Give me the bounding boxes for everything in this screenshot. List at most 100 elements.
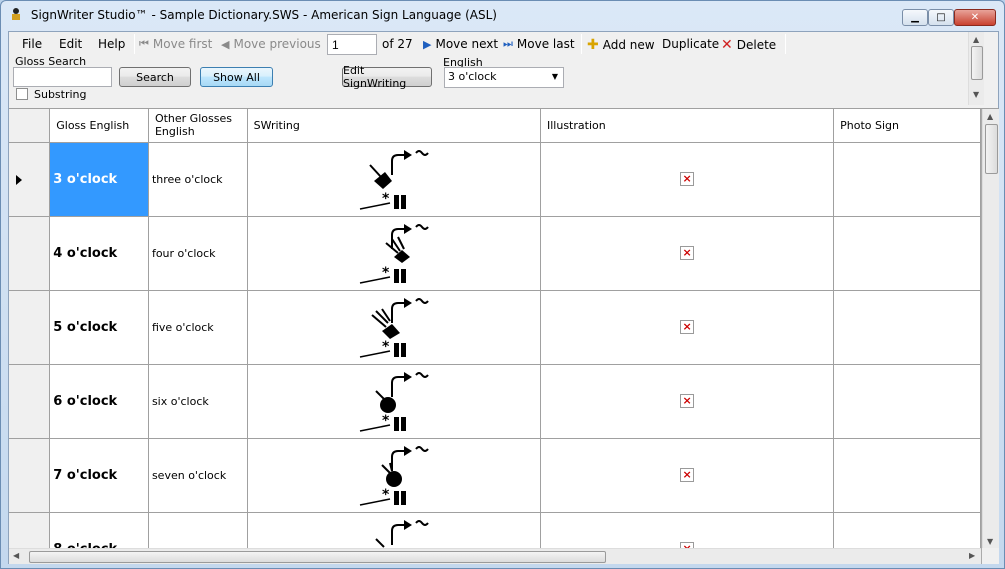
row-header[interactable]: [9, 142, 51, 217]
swriting-cell[interactable]: *: [247, 216, 542, 291]
photo-sign-cell[interactable]: [833, 290, 981, 365]
illustration-cell[interactable]: ×: [540, 142, 835, 217]
gloss-cell[interactable]: 5 o'clock: [49, 290, 149, 365]
substring-checkbox[interactable]: [16, 88, 28, 100]
menu-file[interactable]: File: [22, 37, 42, 51]
gloss-cell[interactable]: 7 o'clock: [49, 438, 149, 513]
move-next-label: Move next: [435, 37, 499, 51]
move-previous-label: Move previous: [233, 37, 321, 51]
table-row[interactable]: 4 o'clock four o'clock * ×: [9, 216, 981, 291]
illustration-cell[interactable]: ×: [540, 290, 835, 365]
scrollbar-corner: [982, 548, 999, 564]
move-last-button[interactable]: ⏭ Move last: [503, 37, 575, 51]
row-header[interactable]: [9, 364, 51, 439]
photo-sign-cell[interactable]: [833, 142, 981, 217]
scrollbar-thumb[interactable]: [985, 124, 998, 174]
photo-sign-cell[interactable]: [833, 512, 981, 549]
scrollbar-thumb[interactable]: [971, 46, 983, 80]
gloss-cell[interactable]: 4 o'clock: [49, 216, 149, 291]
swriting-cell[interactable]: *: [247, 290, 542, 365]
table-row[interactable]: 7 o'clock seven o'clock * ×: [9, 438, 981, 513]
toolbar-separator: [581, 34, 582, 54]
illustration-cell[interactable]: ×: [540, 438, 835, 513]
column-header-other-glosses[interactable]: Other Glosses English: [148, 109, 248, 143]
delete-icon: ✕: [721, 37, 733, 53]
column-header-illustration[interactable]: Illustration: [540, 109, 835, 143]
add-new-label: Add new: [602, 38, 655, 52]
move-last-icon: ⏭: [503, 37, 513, 50]
photo-sign-cell[interactable]: [833, 438, 981, 513]
other-glosses-cell[interactable]: seven o'clock: [148, 438, 248, 513]
move-next-button[interactable]: ▶ Move next: [423, 37, 498, 51]
search-button[interactable]: Search: [119, 67, 191, 87]
scroll-down-icon[interactable]: ▼: [973, 90, 979, 99]
illustration-cell[interactable]: ×: [540, 364, 835, 439]
other-glosses-cell[interactable]: six o'clock: [148, 364, 248, 439]
photo-sign-cell[interactable]: [833, 216, 981, 291]
signwriting-glyph: *: [359, 446, 429, 506]
gloss-cell[interactable]: 3 o'clock: [49, 142, 149, 217]
close-button[interactable]: ✕: [954, 9, 996, 26]
other-glosses-cell[interactable]: four o'clock: [148, 216, 248, 291]
menu-help[interactable]: Help: [98, 37, 125, 51]
table-row[interactable]: 3 o'clock three o'clock * ×: [9, 142, 981, 217]
delete-button[interactable]: ✕ Delete: [721, 37, 776, 53]
duplicate-button[interactable]: Duplicate: [662, 37, 719, 51]
broken-image-icon: ×: [680, 246, 695, 260]
other-glosses-cell[interactable]: [148, 512, 248, 549]
maximize-button[interactable]: □: [928, 9, 954, 26]
menu-edit[interactable]: Edit: [59, 37, 82, 51]
illustration-cell[interactable]: ×: [540, 512, 835, 549]
photo-sign-cell[interactable]: [833, 364, 981, 439]
row-header[interactable]: [9, 512, 51, 549]
grid-header-row: Gloss English Other Glosses English SWri…: [9, 109, 981, 143]
position-input[interactable]: [327, 34, 377, 55]
other-glosses-cell[interactable]: five o'clock: [148, 290, 248, 365]
column-header-gloss[interactable]: Gloss English: [49, 109, 149, 143]
row-header[interactable]: [9, 290, 51, 365]
illustration-cell[interactable]: ×: [540, 216, 835, 291]
minimize-button[interactable]: ▁: [902, 9, 928, 26]
table-row[interactable]: 6 o'clock six o'clock * ×: [9, 364, 981, 439]
record-count: of 27: [382, 37, 413, 51]
scroll-down-icon[interactable]: ▼: [987, 537, 993, 546]
broken-image-icon: ×: [680, 172, 695, 186]
move-first-button[interactable]: ⏮ Move first: [139, 37, 212, 51]
scroll-right-icon[interactable]: ▶: [969, 551, 975, 560]
title-bar[interactable]: SignWriter Studio™ - Sample Dictionary.S…: [1, 1, 1004, 31]
language-select[interactable]: 3 o'clock ▼: [444, 67, 564, 88]
delete-label: Delete: [736, 38, 777, 52]
signwriting-glyph: *: [359, 372, 429, 432]
show-all-button[interactable]: Show All: [200, 67, 273, 87]
move-previous-button[interactable]: ◀ Move previous: [221, 37, 321, 51]
scroll-up-icon[interactable]: ▲: [987, 112, 993, 121]
edit-signwriting-button[interactable]: Edit SignWriting: [342, 64, 432, 90]
scroll-up-icon[interactable]: ▲: [973, 35, 979, 44]
gloss-search-input[interactable]: [13, 67, 112, 87]
gloss-cell[interactable]: 6 o'clock: [49, 364, 149, 439]
gloss-cell[interactable]: 8 o'clock: [49, 512, 149, 549]
substring-label: Substring: [34, 88, 87, 101]
add-new-button[interactable]: ✚ Add new: [587, 37, 655, 53]
column-header-swriting[interactable]: SWriting: [247, 109, 542, 143]
toolbar-scrollbar[interactable]: ▲ ▼: [968, 32, 984, 105]
scrollbar-thumb[interactable]: [29, 551, 606, 563]
signwriting-glyph: *: [375, 520, 429, 548]
swriting-cell[interactable]: *: [247, 512, 542, 549]
table-row[interactable]: 5 o'clock five o'clock * ×: [9, 290, 981, 365]
row-header[interactable]: [9, 438, 51, 513]
swriting-cell[interactable]: *: [247, 438, 542, 513]
swriting-cell[interactable]: *: [247, 142, 542, 217]
table-row[interactable]: 8 o'clock * ×: [9, 512, 981, 549]
row-header[interactable]: [9, 216, 51, 291]
swriting-cell[interactable]: *: [247, 364, 542, 439]
column-header-photo-sign[interactable]: Photo Sign: [833, 109, 981, 143]
grid-horizontal-scrollbar[interactable]: ◀ ▶: [9, 548, 981, 564]
maximize-icon: □: [936, 11, 946, 23]
broken-image-icon: ×: [680, 394, 695, 408]
window-title: SignWriter Studio™ - Sample Dictionary.S…: [30, 8, 497, 22]
other-glosses-cell[interactable]: three o'clock: [148, 142, 248, 217]
grid-vertical-scrollbar[interactable]: ▲ ▼: [982, 109, 999, 549]
language-selected-value: 3 o'clock: [448, 70, 497, 83]
scroll-left-icon[interactable]: ◀: [13, 551, 19, 560]
